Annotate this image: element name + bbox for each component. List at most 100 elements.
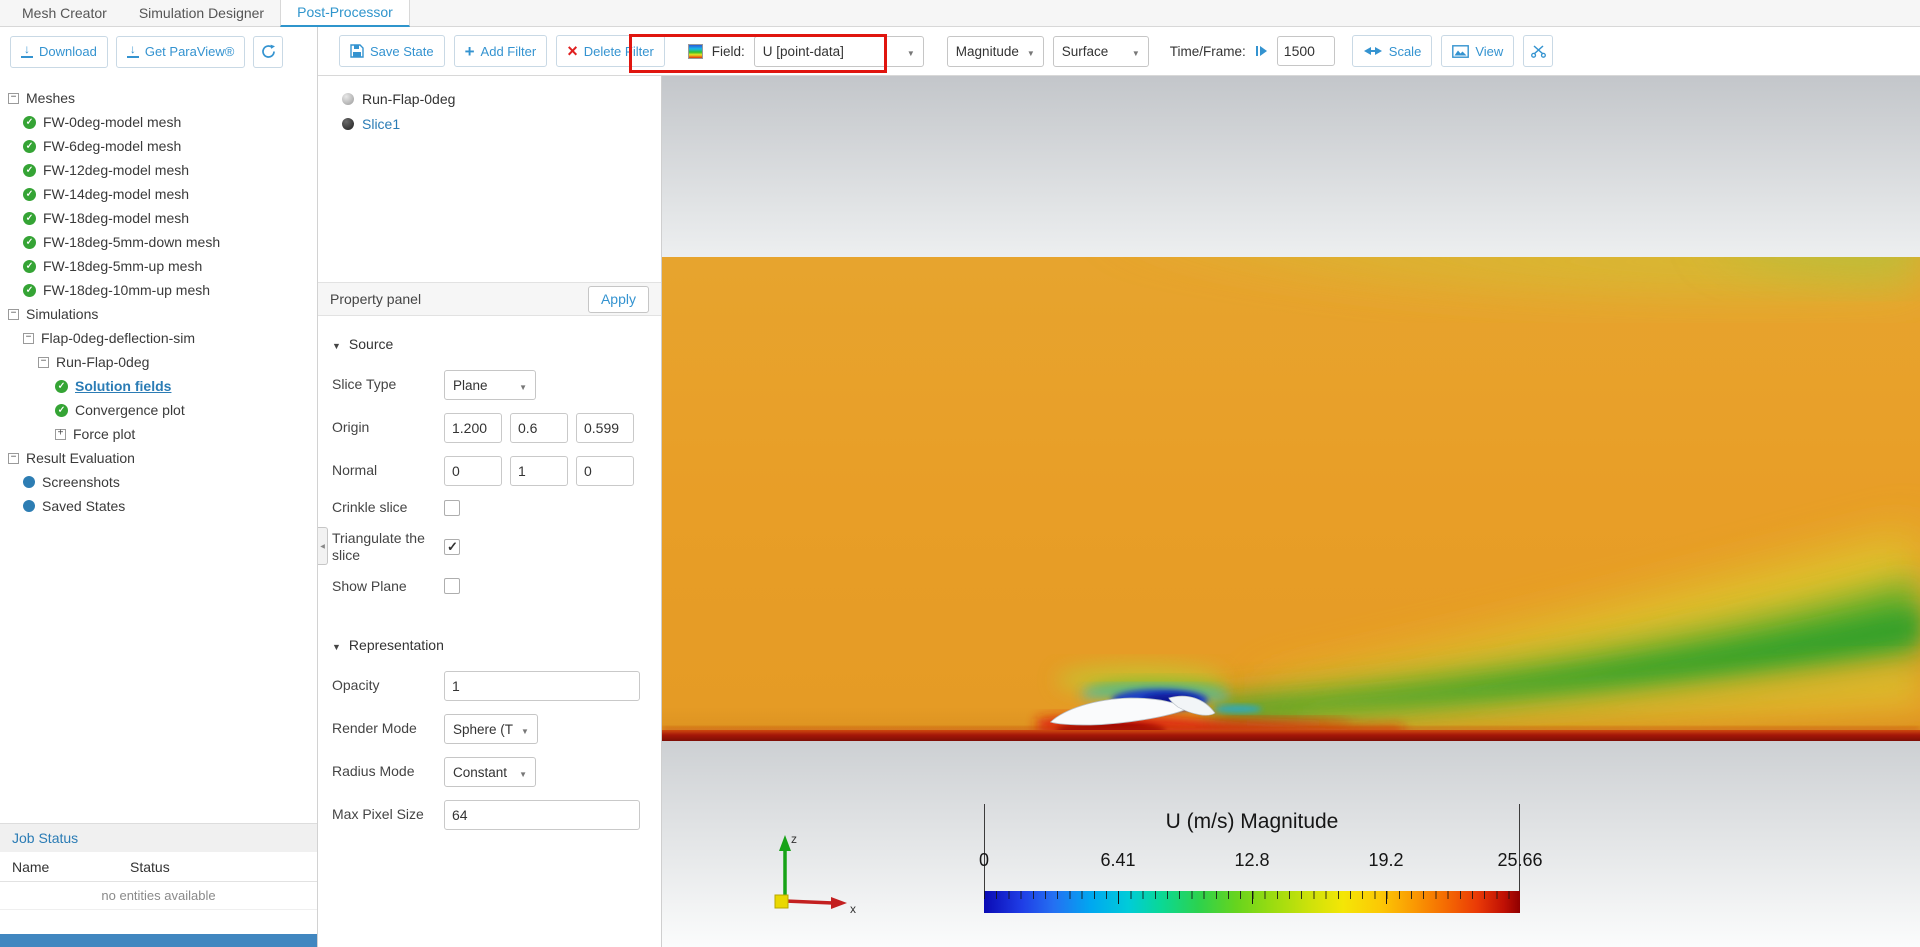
job-status-panel: Job Status Name Status no entities avail… <box>0 823 317 934</box>
triangulate-label: Triangulate the slice <box>332 529 425 564</box>
tab-post-processor[interactable]: Post-Processor <box>280 0 410 27</box>
add-filter-button[interactable]: Add Filter <box>453 35 548 67</box>
tree-item-flap-0deg-deflection-sim[interactable]: Flap-0deg-deflection-sim <box>0 326 317 350</box>
normal-z-input[interactable] <box>576 456 634 486</box>
property-panel-header: Property panel Apply <box>318 282 661 316</box>
collapse-icon[interactable] <box>8 92 19 104</box>
download-button[interactable]: Download <box>10 35 108 68</box>
pipeline-item-slice1[interactable]: Slice1 <box>342 111 661 136</box>
post-processor-toolbar: Save State Add Filter Delete Filter Fiel… <box>318 27 1920 76</box>
plus-icon <box>465 43 475 60</box>
tab-simulation-designer[interactable]: Simulation Designer <box>123 0 280 27</box>
legend-colorbar <box>984 891 1520 913</box>
field-label: Field: <box>711 43 745 59</box>
tree-item-convergence-plot[interactable]: Convergence plot <box>0 398 317 422</box>
check-icon <box>23 115 36 129</box>
tree-item-fw-18deg-5mm-down-mesh[interactable]: FW-18deg-5mm-down mesh <box>0 230 317 254</box>
tab-mesh-creator[interactable]: Mesh Creator <box>6 0 123 27</box>
component-select[interactable]: Magnitude <box>946 35 1044 67</box>
tree-item-result-evaluation[interactable]: Result Evaluation <box>0 446 317 470</box>
x-axis-arrowhead <box>831 897 847 909</box>
field-select[interactable]: U [point-data] <box>753 35 924 67</box>
origin-x-input[interactable] <box>444 413 502 443</box>
check-icon <box>23 139 36 153</box>
tree-item-fw-12deg-model-mesh[interactable]: FW-12deg-model mesh <box>0 158 317 182</box>
opacity-input[interactable] <box>444 671 640 701</box>
normal-x-input[interactable] <box>444 456 502 486</box>
legend-major-tick <box>1118 891 1119 904</box>
radius-mode-select[interactable]: Constant <box>444 757 536 787</box>
slice-type-select[interactable]: Plane <box>444 370 536 400</box>
get-paraview-button[interactable]: Get ParaView® <box>115 35 246 68</box>
legend-tick-label: 19.2 <box>1368 850 1404 870</box>
render-mode-label: Render Mode <box>332 720 417 737</box>
collapse-icon[interactable] <box>8 452 19 464</box>
tree-item-run-flap-0deg[interactable]: Run-Flap-0deg <box>0 350 317 374</box>
pipeline-item-run-flap-0deg[interactable]: Run-Flap-0deg <box>342 86 661 111</box>
collapse-icon[interactable] <box>8 308 19 320</box>
view-button[interactable]: View <box>1441 35 1515 67</box>
legend-tick-label: 0 <box>978 850 990 870</box>
z-axis-arrowhead <box>779 835 791 851</box>
expand-icon[interactable] <box>55 428 66 440</box>
origin-z-input[interactable] <box>576 413 634 443</box>
tree-item-fw-6deg-model-mesh[interactable]: FW-6deg-model mesh <box>0 134 317 158</box>
save-state-button[interactable]: Save State <box>339 35 445 67</box>
tree-item-fw-18deg-model-mesh[interactable]: FW-18deg-model mesh <box>0 206 317 230</box>
sidebar-toolbar: Download Get ParaView® <box>0 27 317 76</box>
check-icon <box>55 379 68 393</box>
color-legend: U (m/s) Magnitude 0 6.41 12.8 19.2 25.66 <box>979 802 1543 917</box>
legend-tick-label: 6.41 <box>1100 850 1136 870</box>
collapse-icon[interactable] <box>38 356 49 368</box>
tree-item-fw-0deg-model-mesh[interactable]: FW-0deg-model mesh <box>0 110 317 134</box>
normal-label: Normal <box>332 462 378 479</box>
normal-y-input[interactable] <box>510 456 568 486</box>
play-step-icon[interactable] <box>1255 45 1268 57</box>
tree-item-saved-states[interactable]: Saved States <box>0 494 317 518</box>
tree-item-fw-18deg-5mm-up-mesh[interactable]: FW-18deg-5mm-up mesh <box>0 254 317 278</box>
representation-section-header[interactable]: Representation <box>332 637 647 653</box>
show-plane-checkbox[interactable] <box>444 578 460 595</box>
refresh-icon <box>262 44 275 58</box>
tree-item-screenshots[interactable]: Screenshots <box>0 470 317 494</box>
apply-button[interactable]: Apply <box>587 285 649 313</box>
crinkle-slice-checkbox[interactable] <box>444 499 460 516</box>
collapse-icon[interactable] <box>23 332 34 344</box>
component-select-value: Magnitude <box>955 43 1019 59</box>
shortcuts-button[interactable] <box>1523 35 1554 67</box>
tree-item-solution-fields[interactable]: Solution fields <box>0 374 317 398</box>
visibility-eye-icon[interactable] <box>342 117 354 130</box>
tree-item-meshes[interactable]: Meshes <box>0 86 317 110</box>
slice-type-label: Slice Type <box>332 376 397 393</box>
representation-select-value: Surface <box>1061 43 1109 59</box>
max-pixel-size-input[interactable] <box>444 800 640 830</box>
bullet-icon <box>23 500 35 512</box>
chevron-down-icon <box>1132 44 1140 59</box>
delete-filter-button[interactable]: Delete Filter <box>556 35 665 67</box>
scale-button[interactable]: Scale <box>1351 35 1433 67</box>
dataset-icon <box>342 92 354 105</box>
sidebar: Download Get ParaView® Meshes FW-0deg-mo… <box>0 27 318 947</box>
tree-item-simulations[interactable]: Simulations <box>0 302 317 326</box>
refresh-button[interactable] <box>253 35 284 68</box>
cfd-slice-visualization <box>662 257 1920 741</box>
x-axis-label: x <box>850 902 856 916</box>
render-mode-select[interactable]: Sphere (T <box>444 714 538 744</box>
check-icon <box>23 259 36 273</box>
show-plane-label: Show Plane <box>332 577 407 594</box>
render-viewport[interactable]: U (m/s) Magnitude 0 6.41 12.8 19.2 25.66 <box>662 76 1920 947</box>
source-section-header[interactable]: Source <box>332 336 647 352</box>
time-frame-input[interactable] <box>1276 36 1335 66</box>
tree-item-force-plot[interactable]: Force plot <box>0 422 317 446</box>
paraview-label: Get ParaView® <box>144 44 235 59</box>
triangulate-checkbox[interactable] <box>444 539 460 555</box>
tree-item-fw-14deg-model-mesh[interactable]: FW-14deg-model mesh <box>0 182 317 206</box>
project-tree: Meshes FW-0deg-model mesh FW-6deg-model … <box>0 76 317 823</box>
sidebar-collapse-handle[interactable] <box>318 527 328 565</box>
right-area: Save State Add Filter Delete Filter Fiel… <box>318 27 1920 947</box>
origin-y-input[interactable] <box>510 413 568 443</box>
representation-select[interactable]: Surface <box>1052 35 1149 67</box>
job-status-title[interactable]: Job Status <box>0 824 317 852</box>
tree-item-fw-18deg-10mm-up-mesh[interactable]: FW-18deg-10mm-up mesh <box>0 278 317 302</box>
legend-major-tick <box>1386 891 1387 904</box>
